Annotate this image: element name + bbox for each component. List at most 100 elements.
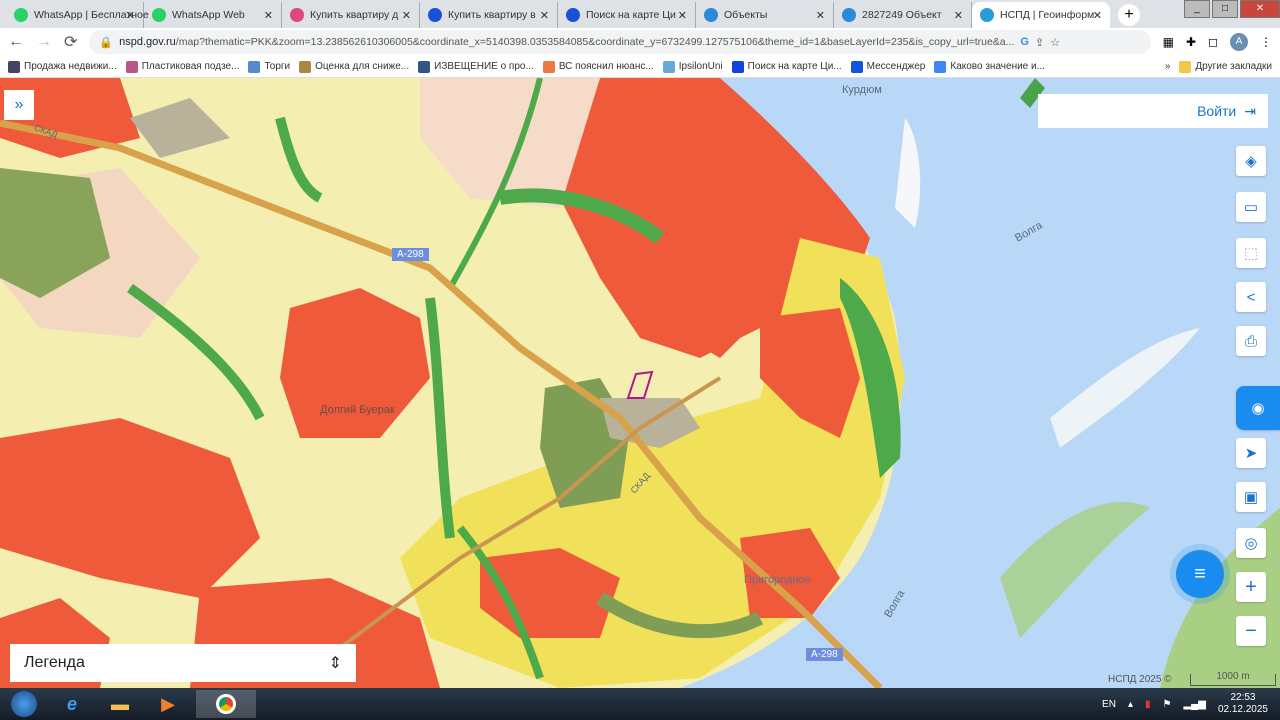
- chat-button[interactable]: ≡: [1176, 550, 1224, 598]
- close-window-button[interactable]: ✕: [1240, 0, 1280, 18]
- bookmark-favicon-icon: [248, 60, 261, 73]
- media-player-icon: ▶: [161, 693, 175, 714]
- forward-icon[interactable]: →: [36, 33, 52, 51]
- start-button[interactable]: [4, 690, 44, 718]
- more-bookmarks-button[interactable]: »: [1165, 61, 1171, 72]
- select-area-button[interactable]: ⬚: [1236, 238, 1266, 268]
- signal-icon[interactable]: ▂▄▆: [1183, 699, 1205, 710]
- sidepanel-icon[interactable]: ◻: [1208, 35, 1218, 49]
- tray-expand-icon[interactable]: ▴: [1128, 699, 1133, 710]
- chrome-icon: [216, 694, 236, 714]
- browser-tab[interactable]: WhatsApp Web ✕: [144, 2, 282, 28]
- ie-taskbar-button[interactable]: e: [52, 690, 92, 718]
- legend-panel[interactable]: Легенда ⇕: [10, 644, 356, 682]
- share-button[interactable]: <: [1236, 282, 1266, 312]
- scale-bar: 1000 m: [1190, 671, 1276, 686]
- map-graphics[interactable]: [0, 78, 1280, 688]
- url-bar[interactable]: 🔒 nspd.gov.ru/map?thematic=PKK&zoom=13.2…: [89, 30, 1151, 54]
- tab-favicon-icon: [14, 8, 28, 22]
- bookmark-item[interactable]: Мессенджер: [850, 60, 925, 73]
- browser-tab[interactable]: Объекты ✕: [696, 2, 834, 28]
- back-icon[interactable]: ←: [8, 33, 24, 51]
- lock-icon: 🔒: [99, 36, 114, 49]
- browser-tab[interactable]: WhatsApp | Бесплатное ✕: [6, 2, 149, 28]
- media-taskbar-button[interactable]: ▶: [148, 690, 188, 718]
- search-location-button[interactable]: ◎: [1236, 528, 1266, 558]
- bookmark-favicon-icon: [8, 60, 20, 73]
- browser-tab[interactable]: Купить квартиру д ✕: [282, 2, 420, 28]
- map-label-prigorodnoe: Пригородное: [744, 574, 811, 586]
- login-button[interactable]: Войти ⇥: [1038, 94, 1268, 128]
- windows-icon: [11, 691, 37, 717]
- minus-icon: −: [1245, 619, 1257, 642]
- close-tab-icon[interactable]: ✕: [540, 9, 549, 22]
- reload-icon[interactable]: ⟳: [64, 32, 77, 52]
- close-tab-icon[interactable]: ✕: [264, 9, 273, 22]
- new-tab-button[interactable]: +: [1118, 4, 1140, 26]
- browser-tab[interactable]: Поиск на карте Ци ✕: [558, 2, 696, 28]
- map-canvas[interactable]: Курдюм Волга Волга Долгий Буерак СКАД СК…: [0, 78, 1280, 688]
- bookmark-favicon-icon: [542, 60, 555, 73]
- bookmark-favicon-icon: [731, 60, 744, 73]
- flag-icon[interactable]: ⚑: [1163, 699, 1172, 710]
- browser-tab[interactable]: 2827249 Объект ✕: [834, 2, 972, 28]
- close-tab-icon[interactable]: ✕: [678, 9, 687, 22]
- close-tab-icon[interactable]: ✕: [402, 9, 411, 22]
- cadastre-icon: ◉: [1251, 400, 1265, 417]
- puzzle-icon[interactable]: ✚: [1186, 35, 1196, 49]
- tab-favicon-icon: [842, 8, 856, 22]
- close-tab-icon[interactable]: ✕: [954, 9, 963, 22]
- tab-favicon-icon: [152, 8, 166, 22]
- power-icon[interactable]: ▮: [1145, 699, 1151, 710]
- bookmark-item[interactable]: Пластиковая подзе...: [125, 60, 240, 73]
- language-indicator[interactable]: EN: [1102, 699, 1116, 710]
- print-button[interactable]: ⎙: [1236, 326, 1266, 356]
- google-icon[interactable]: G: [1020, 36, 1029, 48]
- map-label-dolgy-buerak: Долгий Буерак: [320, 404, 395, 416]
- chrome-taskbar-button[interactable]: [196, 690, 256, 718]
- locate-button[interactable]: ➤: [1236, 438, 1266, 468]
- bookmark-item[interactable]: Продажа недвижи...: [8, 60, 117, 73]
- minimap-button[interactable]: ▣: [1236, 482, 1266, 512]
- close-tab-icon[interactable]: ✕: [126, 9, 135, 22]
- share-icon[interactable]: ⇪: [1035, 36, 1044, 49]
- bookmark-label: Пластиковая подзе...: [141, 61, 240, 72]
- cadastre-button[interactable]: ◉: [1236, 386, 1280, 430]
- address-toolbar: ← → ⟳ 🔒 nspd.gov.ru/map?thematic=PKK&zoo…: [0, 28, 1280, 56]
- expand-panel-button[interactable]: »: [4, 90, 34, 120]
- browser-tab[interactable]: НСПД | Геоинформ ✕: [972, 2, 1110, 28]
- bookmark-label: Торги: [264, 61, 291, 72]
- bookmark-item[interactable]: ВС пояснил нюанс...: [542, 60, 654, 73]
- bookmark-item[interactable]: IpsilonUni: [662, 60, 723, 73]
- bookmark-item[interactable]: Поиск на карте Ци...: [731, 60, 842, 73]
- close-tab-icon[interactable]: ✕: [816, 9, 825, 22]
- bookmark-label: ИЗВЕЩЕНИЕ о про...: [434, 61, 534, 72]
- menu-icon[interactable]: ⋮: [1260, 35, 1272, 49]
- login-label: Войти: [1197, 103, 1237, 119]
- profile-avatar[interactable]: A: [1230, 33, 1248, 51]
- measure-button[interactable]: ▭: [1236, 192, 1266, 222]
- zoom-out-button[interactable]: −: [1236, 616, 1266, 646]
- tab-favicon-icon: [428, 8, 442, 22]
- bookmark-favicon-icon: [299, 60, 312, 73]
- other-bookmarks-folder[interactable]: Другие закладки: [1179, 60, 1272, 73]
- bookmark-item[interactable]: Каково значение и...: [934, 60, 1045, 73]
- bookmark-favicon-icon: [125, 60, 138, 73]
- bookmark-item[interactable]: Торги: [248, 60, 291, 73]
- tab-title: НСПД | Геоинформ: [1000, 9, 1095, 21]
- close-tab-icon[interactable]: ✕: [1093, 9, 1102, 22]
- bookmark-item[interactable]: ИЗВЕЩЕНИЕ о про...: [418, 60, 534, 73]
- bookmark-item[interactable]: Оценка для сниже...: [299, 60, 409, 73]
- browser-tab[interactable]: Купить квартиру в ✕: [420, 2, 558, 28]
- maximize-button[interactable]: □: [1212, 0, 1238, 18]
- copyright: НСПД 2025 ©: [1108, 674, 1172, 685]
- zoom-in-button[interactable]: +: [1236, 572, 1266, 602]
- explorer-taskbar-button[interactable]: ▬: [100, 690, 140, 718]
- window-controls: _ □ ✕: [1184, 0, 1280, 20]
- clock-date: 02.12.2025: [1217, 704, 1268, 715]
- extension-icon[interactable]: ▦: [1163, 35, 1174, 49]
- minimize-button[interactable]: _: [1184, 0, 1210, 18]
- layers-button[interactable]: ◈: [1236, 146, 1266, 176]
- clock[interactable]: 22:53 02.12.2025: [1218, 692, 1268, 716]
- star-icon[interactable]: ☆: [1050, 36, 1060, 49]
